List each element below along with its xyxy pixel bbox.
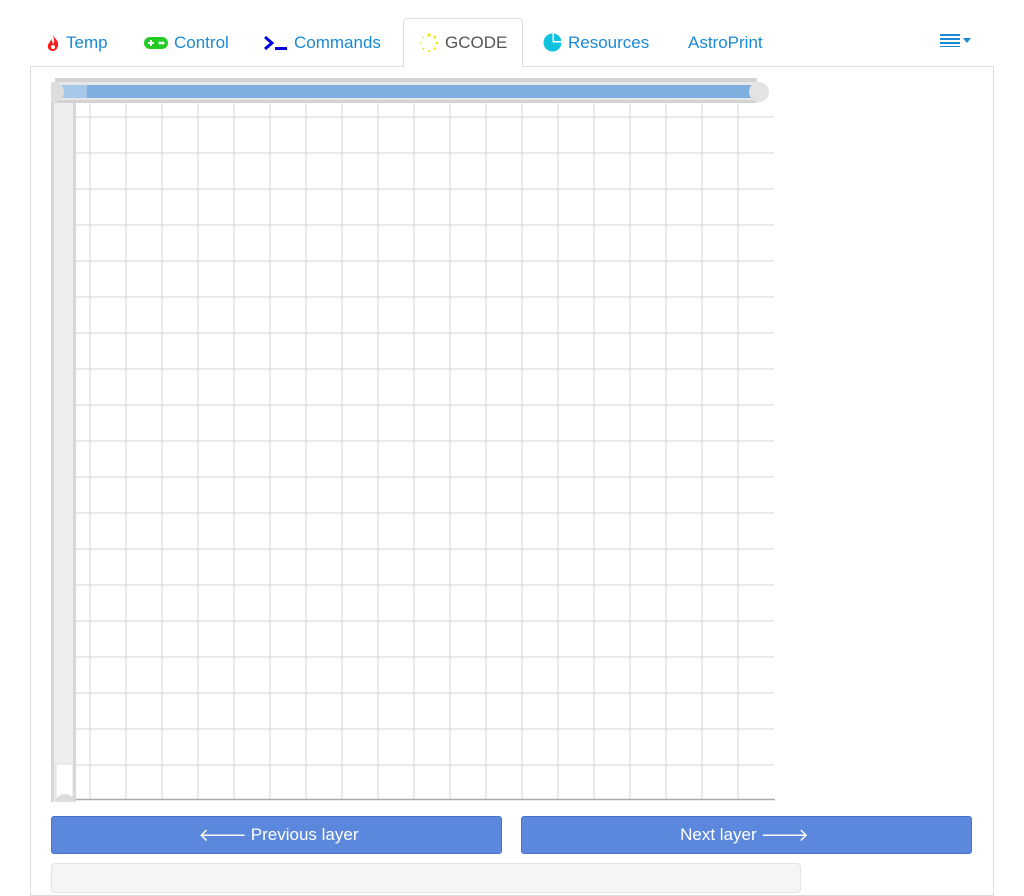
list-menu-icon	[940, 33, 974, 52]
previous-layer-label: Previous layer	[250, 825, 359, 844]
tab-menu-dropdown[interactable]	[940, 30, 976, 54]
tab-label: Temp	[66, 32, 108, 52]
grid	[76, 102, 774, 799]
layer-info-well	[51, 863, 801, 893]
tab-label: Resources	[568, 32, 650, 52]
gcode-viewer-canvas[interactable]	[51, 78, 776, 802]
gamepad-icon	[144, 36, 168, 50]
next-layer-button[interactable]: Next layer 🡒	[521, 816, 972, 854]
progress-slider-right-handle[interactable]	[749, 82, 769, 102]
tab-label: Commands	[294, 32, 381, 52]
flame-icon	[46, 34, 60, 52]
progress-slider[interactable]	[51, 78, 769, 103]
next-layer-label: Next layer	[680, 825, 757, 844]
tab-commands[interactable]: Commands	[264, 18, 381, 67]
tab-gcode[interactable]: GCODE	[403, 18, 524, 68]
tab-label: GCODE	[445, 33, 508, 52]
layer-slider[interactable]	[51, 86, 76, 802]
pie-chart-icon	[543, 33, 562, 52]
tab-control[interactable]: Control	[144, 18, 229, 67]
tab-label: Control	[174, 32, 229, 52]
terminal-icon	[264, 35, 288, 51]
tab-temp[interactable]: Temp	[46, 18, 108, 67]
spinner-icon	[419, 33, 439, 53]
tab-astroprint[interactable]: AstroPrint	[688, 18, 763, 67]
previous-layer-button[interactable]: 🡐 Previous layer	[51, 816, 502, 854]
tab-resources[interactable]: Resources	[543, 18, 649, 67]
arrow-left-icon: 🡐	[198, 824, 247, 845]
tab-label: AstroPrint	[688, 32, 763, 52]
arrow-right-icon: 🡒	[760, 824, 809, 845]
